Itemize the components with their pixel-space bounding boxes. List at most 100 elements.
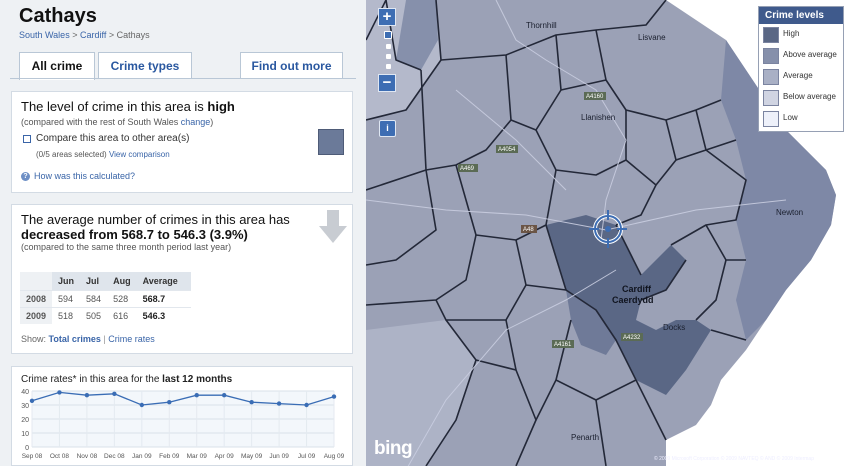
crime-rates-title: Crime rates* in this area for the last 1… (21, 374, 233, 385)
average-note: (compared to the same three month period… (21, 242, 232, 252)
table-header-jul: Jul (80, 272, 108, 290)
chart-data-point (331, 394, 337, 399)
chart-x-tick-label: Apr 09 (215, 453, 235, 460)
chart-data-point (112, 391, 117, 396)
crime-table: Jun Jul Aug Average 2008 594 584 528 568… (20, 272, 191, 324)
crime-level-note: (compared with the rest of South Wales c… (21, 117, 214, 127)
legend-swatch (763, 27, 779, 43)
breadcrumb-current: Cathays (116, 30, 150, 40)
table-cell-year: 2008 (20, 289, 53, 307)
road-label: A4160 (586, 94, 604, 100)
place-label: Llanishen (581, 113, 615, 122)
view-comparison-link[interactable]: View comparison (109, 150, 170, 159)
table-cell: 528 (107, 289, 137, 307)
zoom-out-button[interactable]: − (378, 74, 396, 92)
help-icon: ? (21, 172, 30, 181)
legend-swatch (763, 48, 779, 64)
place-label: Cardiff (622, 284, 652, 294)
chart-y-tick-label: 10 (21, 431, 29, 438)
map[interactable]: Thornhill Lisvane Llanishen Cardiff Caer… (366, 0, 848, 466)
legend-swatch (763, 111, 779, 127)
chart-x-tick-label: Oct 08 (50, 453, 70, 460)
breadcrumb-south-wales[interactable]: South Wales (19, 30, 70, 40)
table-row: 2008 594 584 528 568.7 (20, 289, 191, 307)
legend-label: Above average (783, 50, 837, 59)
table-cell: 505 (80, 306, 108, 324)
legend-title: Crime levels (759, 7, 843, 24)
road-label: A4161 (554, 342, 572, 348)
zoom-level-dot[interactable] (385, 64, 391, 69)
chart-x-tick-label: Sep 08 (22, 453, 43, 460)
selection-note: (0/5 areas selected) View comparison (36, 150, 170, 159)
place-label: Penarth (571, 433, 599, 442)
average-crimes-panel: The average number of crimes in this are… (11, 204, 353, 354)
chart-data-point (139, 402, 145, 408)
tab-crime-types[interactable]: Crime types (98, 52, 192, 79)
legend-item: Low (759, 108, 843, 129)
chart-y-tick-label: 20 (21, 417, 29, 424)
place-label: Thornhill (526, 21, 557, 30)
map-copyright: © 2009 Microsoft Corporation © 2009 NAVT… (654, 456, 814, 462)
table-row: 2009 518 505 616 546.3 (20, 306, 191, 324)
zoom-control: + − (378, 8, 398, 92)
zoom-in-button[interactable]: + (378, 8, 396, 26)
compare-checkbox[interactable] (23, 135, 31, 143)
road-label: A48 (523, 227, 534, 233)
table-header-blank (20, 272, 53, 290)
table-cell: 594 (52, 289, 81, 307)
chart-x-tick-label: Feb 09 (159, 453, 180, 460)
zoom-level-dot[interactable] (385, 44, 391, 49)
chart-data-point (276, 401, 282, 406)
left-panel: Cathays South Wales > Cardiff > Cathays … (0, 0, 366, 466)
change-link[interactable]: change (181, 117, 211, 127)
info-button[interactable]: i (379, 120, 396, 137)
tab-divider (10, 78, 356, 79)
legend-item: High (759, 24, 843, 45)
table-cell-average: 546.3 (136, 306, 191, 324)
place-label: Lisvane (638, 33, 666, 42)
chart-data-point (304, 402, 309, 408)
chart-data-point (167, 400, 172, 405)
chart-data-point (249, 400, 254, 405)
breadcrumb: South Wales > Cardiff > Cathays (19, 30, 150, 40)
crime-level-panel: The level of crime in this area is high … (11, 91, 353, 193)
chart-data-point (57, 390, 62, 395)
table-cell: 584 (80, 289, 108, 307)
chart-y-tick-label: 0 (25, 445, 29, 452)
place-label: Caerdydd (612, 295, 654, 305)
total-crimes-link[interactable]: Total crimes (49, 334, 101, 344)
tab-find-out-more[interactable]: Find out more (240, 52, 343, 79)
zoom-level-dot[interactable] (385, 54, 391, 59)
chart-x-tick-label: Jan 09 (132, 453, 152, 460)
table-header-average: Average (136, 272, 191, 290)
road-label: A4054 (498, 147, 516, 153)
table-cell-average: 568.7 (136, 289, 191, 307)
legend-swatch (763, 90, 779, 106)
road-label: A4232 (623, 335, 641, 341)
arrow-down-icon (319, 210, 347, 243)
legend-swatch (763, 69, 779, 85)
how-calculated-link[interactable]: How was this calculated? (34, 171, 135, 181)
chart-x-tick-label: Dec 08 (104, 453, 125, 460)
crime-rates-chart: 0 10 20 30 40 Sep 08 Oct 08 Nov 08 Dec 08 Jan 09 F… (21, 389, 344, 460)
chart-data-point (194, 393, 199, 398)
tab-all-crime[interactable]: All crime (19, 52, 95, 80)
chart-data-point (84, 393, 90, 398)
legend-label: Low (783, 113, 798, 122)
table-cell-year: 2009 (20, 306, 53, 324)
scale-bar (746, 448, 842, 451)
compare-label: Compare this area to other area(s) (36, 133, 190, 144)
zoom-slider-handle[interactable] (384, 31, 392, 39)
legend-item: Above average (759, 45, 843, 66)
bing-logo[interactable]: bing (374, 438, 413, 460)
breadcrumb-cardiff[interactable]: Cardiff (80, 30, 106, 40)
crime-level-heading: The level of crime in this area is high (21, 99, 235, 114)
crime-level-value: high (207, 99, 235, 114)
chart-x-tick-label: Mar 09 (187, 453, 208, 460)
table-header-aug: Aug (107, 272, 137, 290)
crime-rates-link[interactable]: Crime rates (108, 334, 155, 344)
table-header-row: Jun Jul Aug Average (20, 272, 191, 290)
legend-label: Below average (783, 92, 836, 101)
legend-label: High (783, 29, 800, 38)
crime-rates-panel: Crime rates* in this area for the last 1… (11, 366, 353, 466)
